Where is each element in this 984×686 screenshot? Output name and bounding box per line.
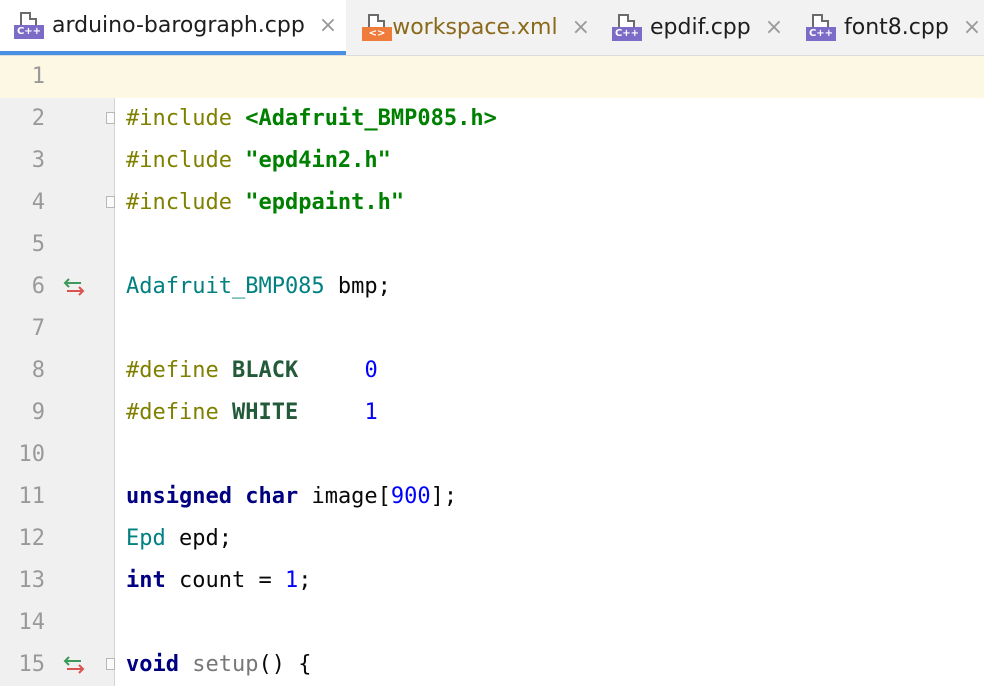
navigate-declaration-icon[interactable] bbox=[61, 644, 87, 686]
tab-workspace-xml[interactable]: <> workspace.xml × bbox=[348, 0, 590, 55]
tab-label: arduino-barograph.cpp bbox=[52, 13, 305, 38]
xml-file-icon: <> bbox=[362, 13, 392, 43]
number-literal: 1 bbox=[284, 568, 299, 593]
code-line[interactable]: 5 bbox=[0, 224, 984, 266]
fold-marker-icon[interactable] bbox=[106, 112, 115, 124]
punctuation: ; bbox=[298, 568, 312, 593]
code-line[interactable]: 15 void setup() { bbox=[0, 644, 984, 686]
preprocessor-directive: #include bbox=[126, 148, 232, 173]
punctuation: () { bbox=[258, 652, 312, 677]
line-number: 6 bbox=[31, 274, 45, 299]
identifier: count = bbox=[165, 568, 285, 593]
close-icon[interactable]: × bbox=[319, 14, 337, 37]
cpp-file-icon: C++ bbox=[612, 13, 642, 43]
close-icon[interactable]: × bbox=[963, 16, 981, 39]
editor-tab-bar: C++ arduino-barograph.cpp × <> workspace… bbox=[0, 0, 984, 56]
preprocessor-directive: #include bbox=[126, 190, 232, 215]
identifier: image[ bbox=[298, 484, 391, 509]
function-name: setup bbox=[192, 652, 259, 677]
keyword: char bbox=[245, 484, 299, 509]
fold-marker-icon[interactable] bbox=[106, 196, 115, 208]
code-line[interactable]: 2 #include <Adafruit_BMP085.h> bbox=[0, 98, 984, 140]
macro-value: 0 bbox=[364, 358, 378, 383]
preprocessor-directive: #include bbox=[126, 106, 232, 131]
code-line[interactable]: 14 bbox=[0, 602, 984, 644]
code-line[interactable]: 6 Adafruit_BMP085 bmp; bbox=[0, 266, 984, 308]
line-number: 3 bbox=[31, 148, 45, 173]
code-line[interactable]: 10 bbox=[0, 434, 984, 476]
cpp-file-icon: C++ bbox=[806, 13, 836, 43]
tab-label: workspace.xml bbox=[392, 15, 558, 40]
tab-arduino-barograph-cpp[interactable]: C++ arduino-barograph.cpp × bbox=[0, 0, 346, 55]
line-number: 4 bbox=[31, 190, 45, 215]
line-number: 1 bbox=[31, 64, 45, 89]
preprocessor-directive: #define bbox=[126, 358, 219, 383]
tab-label: epdif.cpp bbox=[650, 15, 751, 40]
navigate-declaration-icon[interactable] bbox=[61, 266, 87, 308]
macro-name: BLACK bbox=[231, 358, 299, 383]
code-line[interactable]: 4 #include "epdpaint.h" bbox=[0, 182, 984, 224]
line-number: 8 bbox=[31, 358, 45, 383]
line-number: 5 bbox=[31, 232, 45, 257]
line-number: 14 bbox=[18, 610, 46, 635]
include-header: <Adafruit_BMP085.h> bbox=[245, 106, 497, 131]
close-icon[interactable]: × bbox=[765, 16, 783, 39]
type-name: Adafruit_BMP085 bbox=[126, 274, 325, 299]
code-line[interactable]: 9 #define WHITE 1 bbox=[0, 392, 984, 434]
tab-font8-cpp[interactable]: C++ font8.cpp × bbox=[792, 0, 984, 55]
identifier: bmp; bbox=[324, 274, 391, 299]
code-line[interactable]: 12 Epd epd; bbox=[0, 518, 984, 560]
fold-marker-icon[interactable] bbox=[106, 658, 115, 670]
line-number: 7 bbox=[31, 316, 45, 341]
include-header: "epdpaint.h" bbox=[245, 190, 405, 215]
code-line[interactable]: 3 #include "epd4in2.h" bbox=[0, 140, 984, 182]
punctuation: ]; bbox=[430, 484, 458, 509]
preprocessor-directive: #define bbox=[126, 400, 219, 425]
close-icon[interactable]: × bbox=[572, 16, 590, 39]
code-line[interactable]: 1 bbox=[0, 56, 984, 98]
identifier: epd; bbox=[165, 526, 232, 551]
keyword: unsigned bbox=[126, 484, 232, 509]
line-number: 2 bbox=[31, 106, 45, 131]
line-number: 13 bbox=[18, 568, 46, 593]
type-name: Epd bbox=[126, 526, 166, 551]
code-line[interactable]: 7 bbox=[0, 308, 984, 350]
macro-name: WHITE bbox=[231, 400, 299, 425]
line-number: 15 bbox=[18, 652, 46, 677]
code-editor[interactable]: 1 2 #include <Adafruit_BMP085.h> 3 #incl… bbox=[0, 56, 984, 686]
macro-value: 1 bbox=[364, 400, 378, 425]
line-number: 9 bbox=[31, 400, 45, 425]
number-literal: 900 bbox=[390, 484, 431, 509]
line-number: 10 bbox=[18, 442, 46, 467]
include-header: "epd4in2.h" bbox=[245, 148, 391, 173]
code-line[interactable]: 11 unsigned char image[900]; bbox=[0, 476, 984, 518]
line-number: 11 bbox=[18, 484, 46, 509]
cpp-file-icon: C++ bbox=[14, 11, 44, 41]
code-line[interactable]: 8 #define BLACK 0 bbox=[0, 350, 984, 392]
code-line[interactable]: 13 int count = 1; bbox=[0, 560, 984, 602]
keyword: void bbox=[126, 652, 179, 677]
tab-label: font8.cpp bbox=[844, 15, 949, 40]
tab-epdif-cpp[interactable]: C++ epdif.cpp × bbox=[598, 0, 788, 55]
line-number: 12 bbox=[18, 526, 46, 551]
keyword: int bbox=[126, 568, 166, 593]
